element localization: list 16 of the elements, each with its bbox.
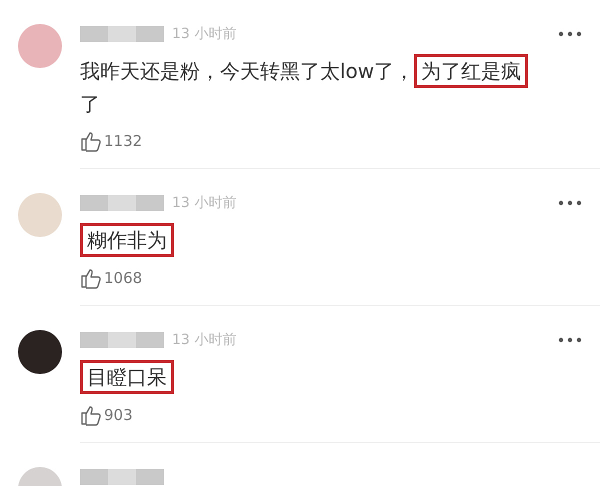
more-icon[interactable] [558,200,582,206]
thumbs-up-icon[interactable] [80,267,102,289]
comment-time: 13 小时前 [172,331,236,349]
thumbs-up-icon[interactable] [80,130,102,152]
like-count: 1132 [104,132,142,150]
comment-text: 目瞪口呆 [80,360,542,394]
comment-text: 我昨天还是粉，今天转黑了太low了， 为了红是疯 了 [80,54,542,120]
more-icon[interactable] [558,31,582,37]
like-count: 903 [104,406,133,424]
comment-time: 13 小时前 [172,25,236,43]
avatar[interactable] [18,330,62,374]
thumbs-up-icon[interactable] [80,404,102,426]
like-count: 1068 [104,269,142,287]
more-icon[interactable] [558,337,582,343]
comment-time: 13 小时前 [172,194,236,212]
comment-text: 糊作非为 [80,223,542,257]
